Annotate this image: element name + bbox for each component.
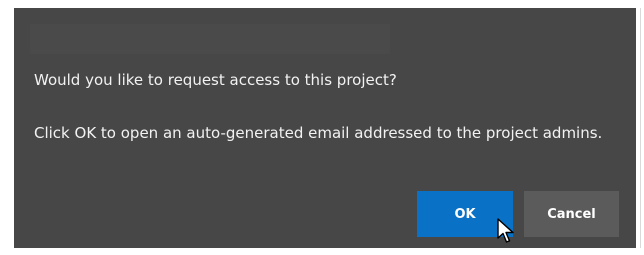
mouse-pointer-icon — [497, 218, 514, 243]
dialog-question: Would you like to request access to this… — [34, 71, 397, 89]
cancel-button[interactable]: Cancel — [524, 191, 619, 237]
background-divider — [640, 8, 641, 248]
screen-frame: Would you like to request access to this… — [0, 0, 644, 255]
dialog-message: Click OK to open an auto-generated email… — [34, 124, 603, 142]
confirm-dialog: Would you like to request access to this… — [14, 8, 636, 248]
dialog-header — [30, 24, 390, 54]
